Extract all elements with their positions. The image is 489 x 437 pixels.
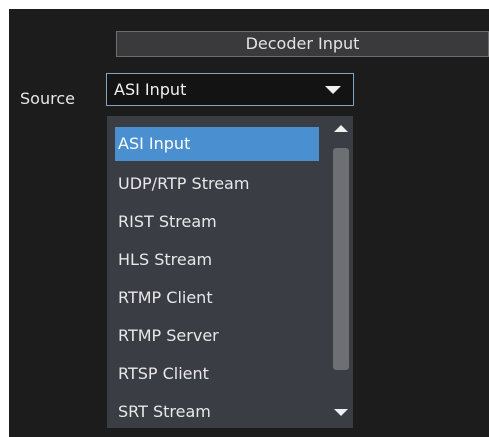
- option-udp-rtp-stream[interactable]: UDP/RTP Stream: [115, 165, 319, 203]
- option-rtmp-client[interactable]: RTMP Client: [115, 279, 319, 317]
- section-title-decoder-input: Decoder Input: [116, 31, 489, 57]
- source-select[interactable]: ASI Input: [106, 73, 354, 106]
- option-rtmp-server[interactable]: RTMP Server: [115, 317, 319, 355]
- source-label: Source: [20, 89, 75, 108]
- arrow-down-icon[interactable]: [334, 409, 348, 416]
- option-asi-input[interactable]: ASI Input: [115, 127, 319, 161]
- option-rtsp-client[interactable]: RTSP Client: [115, 355, 319, 393]
- source-dropdown-list[interactable]: ASI Input UDP/RTP Stream RIST Stream HLS…: [107, 116, 353, 428]
- option-hls-stream[interactable]: HLS Stream: [115, 241, 319, 279]
- scrollbar-thumb[interactable]: [333, 148, 349, 370]
- arrow-up-icon[interactable]: [334, 125, 348, 132]
- dropdown-scrollbar[interactable]: [329, 116, 353, 428]
- decoder-input-panel: Decoder Input Source ASI Input ASI Input…: [9, 9, 489, 437]
- chevron-down-icon[interactable]: [325, 86, 341, 94]
- source-select-value: ASI Input: [114, 80, 187, 99]
- option-rist-stream[interactable]: RIST Stream: [115, 203, 319, 241]
- option-srt-stream[interactable]: SRT Stream: [115, 393, 319, 428]
